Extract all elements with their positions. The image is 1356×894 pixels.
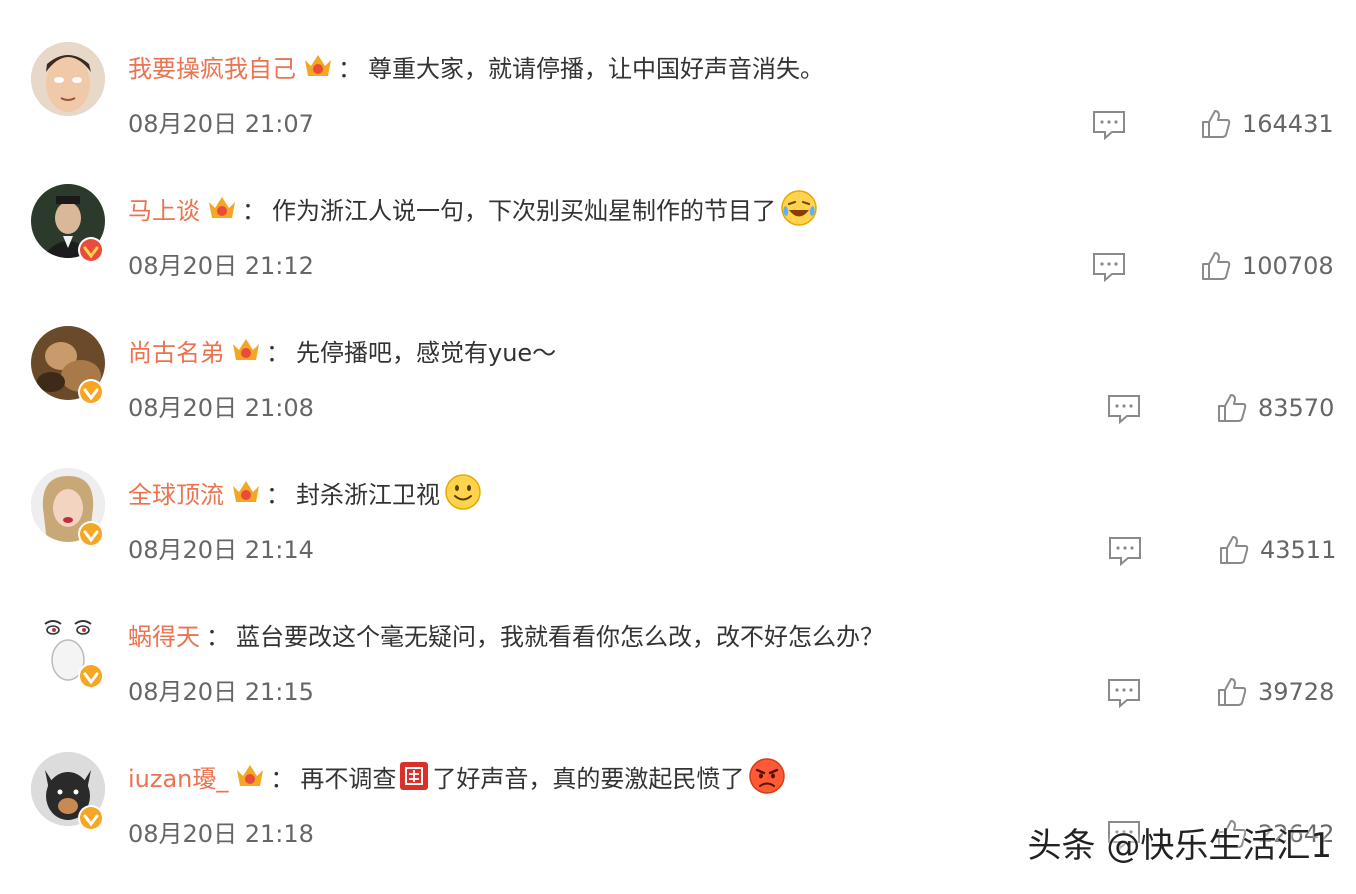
crown-icon [209, 197, 235, 218]
username[interactable]: 尚古名弟 [128, 333, 224, 368]
crown-icon [233, 339, 259, 360]
comment-text: 蓝台要改这个毫无疑问，我就看看你怎么改，改不好怎么办？ [236, 622, 884, 651]
username[interactable]: 蜗得天 [128, 617, 200, 652]
like-button[interactable]: 100708 [1200, 248, 1334, 284]
comment-item: 尚古名弟 ： 先停播吧，感觉有yue～ 08月20日 21:08 83570 [0, 326, 1356, 468]
like-count: 100708 [1242, 252, 1334, 280]
crown-icon [237, 765, 264, 786]
like-count: 39728 [1258, 678, 1335, 706]
comment-icon[interactable] [1107, 394, 1141, 424]
watermark: 头条 @快乐生活汇1 [1027, 826, 1332, 866]
angry-emoji-icon [749, 758, 786, 794]
colon: ： [270, 764, 295, 793]
verified-badge-icon [78, 237, 104, 263]
comment-line: 我要操疯我自己 ： 尊重大家，就请停播，让中国好声音消失。 [128, 46, 824, 86]
comment-text: 先停播吧，感觉有yue～ [296, 338, 557, 367]
like-count: 83570 [1258, 394, 1335, 422]
verified-badge-icon [78, 805, 104, 831]
username[interactable]: iuzan瓇_ [128, 759, 228, 794]
like-button[interactable]: 83570 [1216, 390, 1334, 426]
thumbs-up-icon [1202, 252, 1231, 280]
comment-icon[interactable] [1092, 252, 1126, 282]
verified-badge-icon [78, 521, 104, 547]
thumbs-up-icon [1218, 678, 1247, 706]
comment-text: 了好声音，真的要激起民愤了 [432, 764, 745, 793]
thumbs-up-icon [1218, 394, 1247, 422]
username[interactable]: 全球顶流 [128, 475, 224, 510]
comment-item: 蜗得天 ： 蓝台要改这个毫无疑问，我就看看你怎么改，改不好怎么办？ 08月20日… [0, 610, 1356, 752]
comment-line: 全球顶流 ： 封杀浙江卫视 [128, 472, 482, 512]
colon: ： [266, 480, 290, 509]
verified-badge-icon [78, 663, 104, 689]
timestamp: 08月20日 21:12 [128, 252, 314, 280]
comment-text: 作为浙江人说一句，下次别买灿星制作的节目了 [272, 196, 776, 225]
banned-sticker-icon [400, 762, 429, 790]
like-count: 43511 [1260, 536, 1337, 564]
comment-text: 尊重大家，就请停播，让中国好声音消失。 [368, 54, 824, 83]
timestamp: 08月20日 21:08 [128, 394, 314, 422]
thumbs-up-icon [1220, 536, 1249, 564]
like-button[interactable]: 164431 [1200, 106, 1334, 142]
colon: ： [242, 196, 266, 225]
colon: ： [338, 54, 362, 83]
like-button[interactable]: 43511 [1218, 532, 1336, 568]
username[interactable]: 马上谈 [128, 191, 200, 226]
like-count: 164431 [1242, 110, 1334, 138]
comment-icon[interactable] [1108, 536, 1142, 566]
colon: ： [266, 338, 290, 367]
avatar[interactable] [31, 42, 105, 116]
comment-line: iuzan瓇_ ： 再不调查 了好声音，真的要激起民愤了 [128, 756, 786, 796]
timestamp: 08月20日 21:07 [128, 110, 314, 138]
crown-icon [233, 481, 259, 502]
timestamp: 08月20日 21:14 [128, 536, 314, 564]
laughing-tears-emoji-icon [781, 190, 817, 226]
colon: ： [206, 622, 230, 651]
comment-item: 全球顶流 ： 封杀浙江卫视 08月20日 21:14 43511 [0, 468, 1356, 610]
like-button[interactable]: 39728 [1216, 674, 1334, 710]
comment-line: 马上谈 ： 作为浙江人说一句，下次别买灿星制作的节目了 [128, 188, 818, 228]
timestamp: 08月20日 21:18 [128, 820, 314, 848]
crown-icon [305, 55, 331, 76]
comment-item: 我要操疯我自己 ： 尊重大家，就请停播，让中国好声音消失。 08月20日 21:… [0, 42, 1356, 184]
smile-emoji-icon [445, 474, 481, 510]
comment-line: 尚古名弟 ： 先停播吧，感觉有yue～ [128, 330, 556, 370]
comment-icon[interactable] [1092, 110, 1126, 140]
timestamp: 08月20日 21:15 [128, 678, 314, 706]
comment-item: 马上谈 ： 作为浙江人说一句，下次别买灿星制作的节目了 08月20日 21:12… [0, 184, 1356, 326]
comment-text: 封杀浙江卫视 [296, 480, 440, 509]
username[interactable]: 我要操疯我自己 [128, 49, 296, 84]
thumbs-up-icon [1202, 110, 1231, 138]
verified-badge-icon [78, 379, 104, 405]
comment-text: 再不调查 [300, 764, 397, 793]
comment-icon[interactable] [1107, 678, 1141, 708]
comment-line: 蜗得天 ： 蓝台要改这个毫无疑问，我就看看你怎么改，改不好怎么办？ [128, 614, 884, 654]
